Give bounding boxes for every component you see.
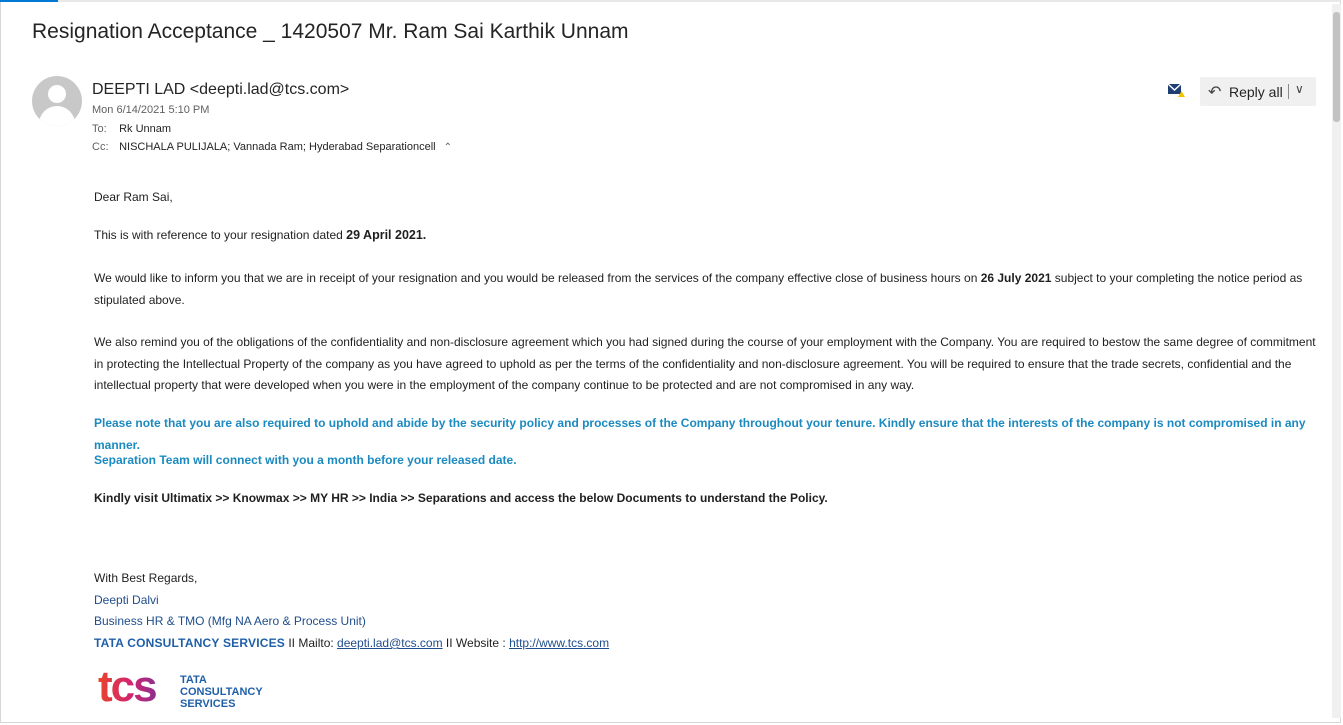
to-recipient[interactable]: Rk Unnam bbox=[119, 123, 171, 135]
company-wordmark: TATA CONSULTANCY SERVICES bbox=[94, 636, 286, 650]
to-row: To: Rk Unnam bbox=[92, 123, 171, 135]
website-link[interactable]: http://www.tcs.com bbox=[509, 636, 609, 650]
sender-avatar[interactable] bbox=[32, 76, 82, 126]
email-subject: Resignation Acceptance _ 1420507 Mr. Ram… bbox=[32, 20, 629, 43]
logo-line-1: TATA bbox=[180, 674, 207, 686]
paragraph-reference: This is with reference to your resignati… bbox=[94, 225, 1316, 247]
signature-name: Deepti Dalvi bbox=[94, 593, 159, 607]
avatar-body bbox=[39, 106, 75, 126]
paragraph-ultimatix: Kindly visit Ultimatix >> Knowmax >> MY … bbox=[94, 491, 828, 505]
avatar-head bbox=[48, 85, 66, 103]
greeting: Dear Ram Sai, bbox=[94, 190, 173, 204]
paragraph-separation-team: Separation Team will connect with you a … bbox=[94, 453, 517, 467]
vertical-scrollbar[interactable] bbox=[1332, 4, 1341, 718]
sent-date: Mon 6/14/2021 5:10 PM bbox=[92, 104, 210, 116]
active-indicator bbox=[0, 0, 58, 2]
mailto-label: II Mailto: bbox=[285, 636, 338, 650]
website-label: II Website : bbox=[442, 636, 510, 650]
envelope-icon[interactable] bbox=[1167, 82, 1185, 98]
collapse-recipients-icon[interactable]: ⌃ bbox=[444, 142, 452, 153]
reply-all-button[interactable]: ↶ Reply all ∨ bbox=[1200, 77, 1316, 106]
resignation-date: 29 April 2021. bbox=[346, 228, 427, 242]
reply-all-icon: ↶ bbox=[1208, 84, 1222, 101]
reply-all-label: Reply all bbox=[1229, 84, 1283, 100]
to-label: To: bbox=[92, 123, 107, 135]
logo-line-3: SERVICES bbox=[180, 698, 235, 710]
paragraph-release-text: We would like to inform you that we are … bbox=[94, 271, 981, 285]
tcs-mark: tcs bbox=[98, 662, 156, 711]
button-divider bbox=[1288, 84, 1289, 99]
paragraph-release: We would like to inform you that we are … bbox=[94, 268, 1316, 311]
cc-recipients[interactable]: NISCHALA PULIJALA; Vannada Ram; Hyderaba… bbox=[119, 141, 436, 153]
tcs-logo: tcs TATA CONSULTANCY SERVICES bbox=[98, 662, 263, 711]
signature-role: Business HR & TMO (Mfg NA Aero & Process… bbox=[94, 614, 366, 628]
mailto-link[interactable]: deepti.lad@tcs.com bbox=[337, 636, 443, 650]
paragraph-confidentiality: We also remind you of the obligations of… bbox=[94, 335, 1316, 392]
paragraph-reference-text: This is with reference to your resignati… bbox=[94, 228, 347, 242]
cc-row: Cc: NISCHALA PULIJALA; Vannada Ram; Hyde… bbox=[92, 141, 452, 153]
scroll-thumb[interactable] bbox=[1333, 12, 1340, 122]
release-date: 26 July 2021 bbox=[980, 271, 1052, 285]
sender-name[interactable]: DEEPTI LAD <deepti.lad@tcs.com> bbox=[92, 81, 349, 99]
cc-label: Cc: bbox=[92, 141, 109, 153]
chevron-down-icon[interactable]: ∨ bbox=[1295, 82, 1304, 96]
logo-line-2: CONSULTANCY bbox=[180, 686, 263, 698]
signature-closing: With Best Regards, bbox=[94, 571, 198, 585]
signature-contact: TATA CONSULTANCY SERVICES II Mailto: dee… bbox=[94, 633, 1316, 655]
